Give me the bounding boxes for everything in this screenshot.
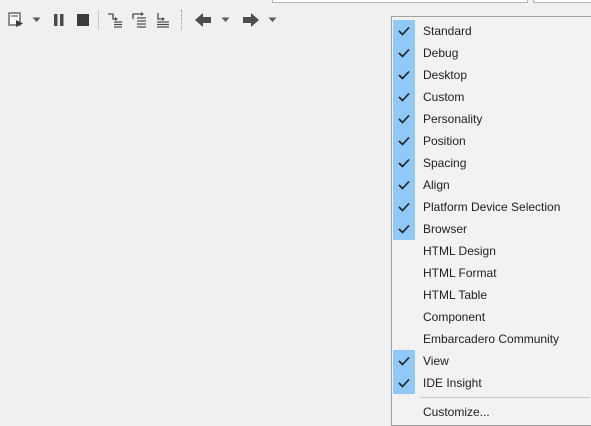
menu-item-label: HTML Table: [423, 288, 488, 302]
menu-item-label: Align: [423, 178, 450, 192]
run-icon: [8, 12, 23, 27]
menu-item-align[interactable]: Align: [392, 174, 591, 196]
checkmark-icon: [398, 180, 410, 190]
checkmark-icon: [398, 92, 410, 102]
chevron-down-icon: [268, 17, 276, 22]
menu-item-label: Position: [423, 134, 466, 148]
menu-item-spacing[interactable]: Spacing: [392, 152, 591, 174]
checkmark-icon: [398, 378, 410, 388]
menu-item-check: [393, 42, 415, 64]
menu-item-check: [393, 372, 415, 394]
checkmark-icon: [398, 356, 410, 366]
menu-item-embarcadero-community[interactable]: Embarcadero Community: [392, 328, 591, 350]
chevron-down-icon: [32, 17, 40, 22]
menu-item-check: [393, 130, 415, 152]
menu-item-platform-device-selection[interactable]: Platform Device Selection: [392, 196, 591, 218]
run-without-debugging-button[interactable]: [5, 9, 27, 31]
menu-item-check: [393, 64, 415, 86]
run-to-return-icon: [157, 13, 169, 28]
checkmark-icon: [398, 158, 410, 168]
back-dropdown-button[interactable]: [219, 9, 231, 31]
menu-item-check: [393, 152, 415, 174]
chevron-down-icon: [221, 17, 229, 22]
top-combo-field[interactable]: [533, 0, 591, 3]
menu-item-desktop[interactable]: Desktop: [392, 64, 591, 86]
forward-dropdown-button[interactable]: [266, 9, 278, 31]
trace-into-button[interactable]: [104, 9, 126, 31]
step-over-icon: [132, 12, 146, 28]
toolbars-context-menu: Standard Debug Desktop Custom Personality Pos…: [391, 16, 591, 426]
menu-item-label: Personality: [423, 112, 483, 126]
stop-icon: [77, 14, 89, 26]
menu-item-html-format[interactable]: HTML Format: [392, 262, 591, 284]
menu-item-check: [393, 86, 415, 108]
menu-list: Standard Debug Desktop Custom Personality Pos…: [392, 20, 591, 423]
menu-item-check: [393, 240, 415, 262]
menu-item-debug[interactable]: Debug: [392, 42, 591, 64]
menu-item-label: Platform Device Selection: [423, 200, 561, 214]
menu-item-label: Spacing: [423, 156, 467, 170]
menu-item-label: Debug: [423, 46, 459, 60]
menu-item-position[interactable]: Position: [392, 130, 591, 152]
checkmark-icon: [398, 114, 410, 124]
pause-button[interactable]: [48, 9, 70, 31]
menu-item-browser[interactable]: Browser: [392, 218, 591, 240]
menu-item-label: Component: [423, 310, 486, 324]
arrow-right-icon: [243, 13, 259, 27]
menu-item-label: Browser: [423, 222, 468, 236]
checkmark-icon: [398, 224, 410, 234]
checkmark-icon: [398, 202, 410, 212]
menu-item-check: [393, 174, 415, 196]
menu-item-label: IDE Insight: [423, 376, 482, 390]
step-over-button[interactable]: [128, 9, 150, 31]
menu-item-check: [393, 350, 415, 372]
menu-item-label: View: [423, 354, 449, 368]
menu-item-check: [393, 218, 415, 240]
menu-item-label: HTML Design: [423, 244, 496, 258]
back-button[interactable]: [192, 9, 214, 31]
menu-item-check: [393, 284, 415, 306]
menu-item-check: [393, 196, 415, 218]
trace-into-icon: [108, 13, 122, 28]
top-input-field[interactable]: [272, 0, 528, 3]
menu-item-personality[interactable]: Personality: [392, 108, 591, 130]
menu-item-customize[interactable]: Customize...: [392, 401, 591, 423]
menu-item-label: Standard: [423, 24, 472, 38]
menu-item-check: [393, 262, 415, 284]
pause-icon: [54, 14, 64, 26]
stop-button[interactable]: [72, 9, 94, 31]
menu-item-view[interactable]: View: [392, 350, 591, 372]
checkmark-icon: [398, 70, 410, 80]
menu-item-ide-insight[interactable]: IDE Insight: [392, 372, 591, 394]
checkmark-icon: [398, 136, 410, 146]
menu-separator: [392, 394, 591, 401]
menu-item-html-design[interactable]: HTML Design: [392, 240, 591, 262]
run-to-return-button[interactable]: [152, 9, 174, 31]
menu-item-component[interactable]: Component: [392, 306, 591, 328]
menu-item-check: [393, 20, 415, 42]
checkmark-icon: [398, 48, 410, 58]
menu-item-label: Desktop: [423, 68, 468, 82]
menu-item-check: [393, 306, 415, 328]
menu-item-check: [393, 328, 415, 350]
menu-item-html-table[interactable]: HTML Table: [392, 284, 591, 306]
arrow-left-icon: [195, 13, 211, 27]
forward-button[interactable]: [240, 9, 262, 31]
menu-item-label: HTML Format: [423, 266, 497, 280]
toolbar-grip-separator: [181, 10, 183, 30]
checkmark-icon: [398, 26, 410, 36]
menu-item-standard[interactable]: Standard: [392, 20, 591, 42]
menu-item-custom[interactable]: Custom: [392, 86, 591, 108]
menu-item-label: Custom: [423, 90, 465, 104]
menu-item-label: Embarcadero Community: [423, 332, 560, 346]
menu-item-check: [393, 108, 415, 130]
menu-item-label: Customize...: [423, 405, 490, 419]
toolbar-separator: [98, 10, 99, 30]
run-dropdown-button[interactable]: [30, 9, 42, 31]
